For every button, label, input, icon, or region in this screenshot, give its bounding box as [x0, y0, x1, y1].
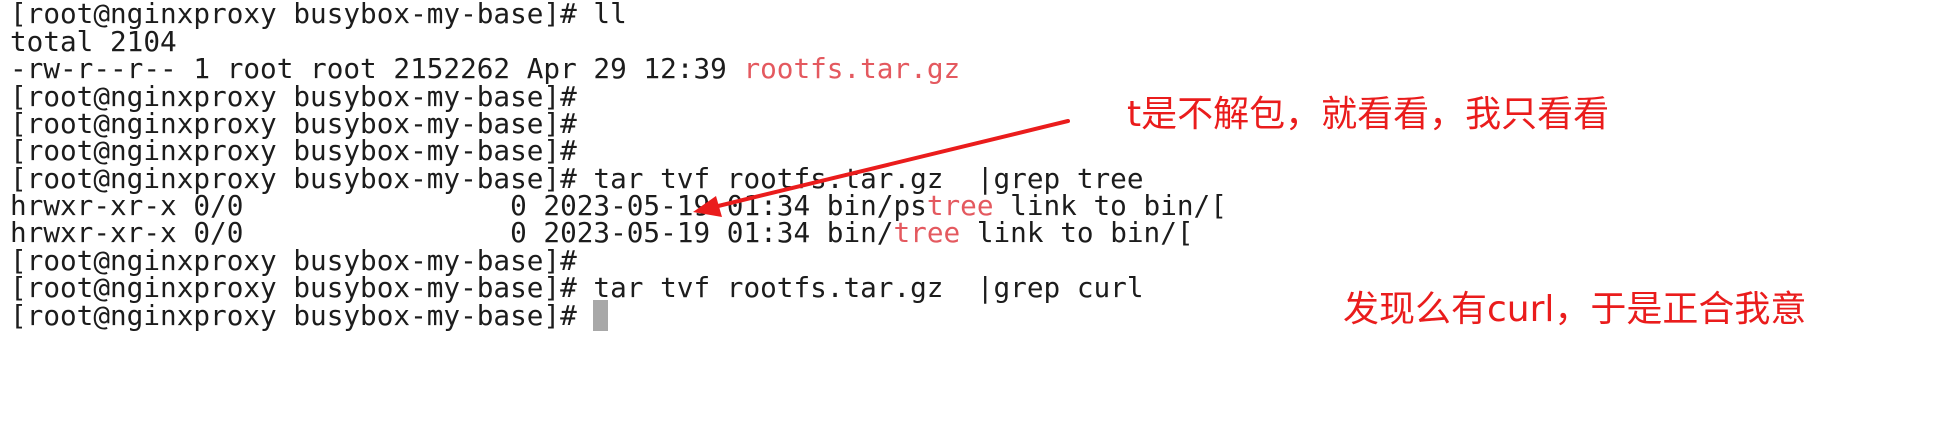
annotation-note-tar-flag: t是不解包，就看看，我只看看	[1127, 94, 1610, 135]
annotation-note-curl: 发现么有curl，于是正合我意	[1343, 289, 1807, 330]
annotation-arrow	[693, 119, 1070, 217]
terminal-window[interactable]: [root@nginxproxy busybox-my-base]# ll to…	[0, 0, 1939, 421]
